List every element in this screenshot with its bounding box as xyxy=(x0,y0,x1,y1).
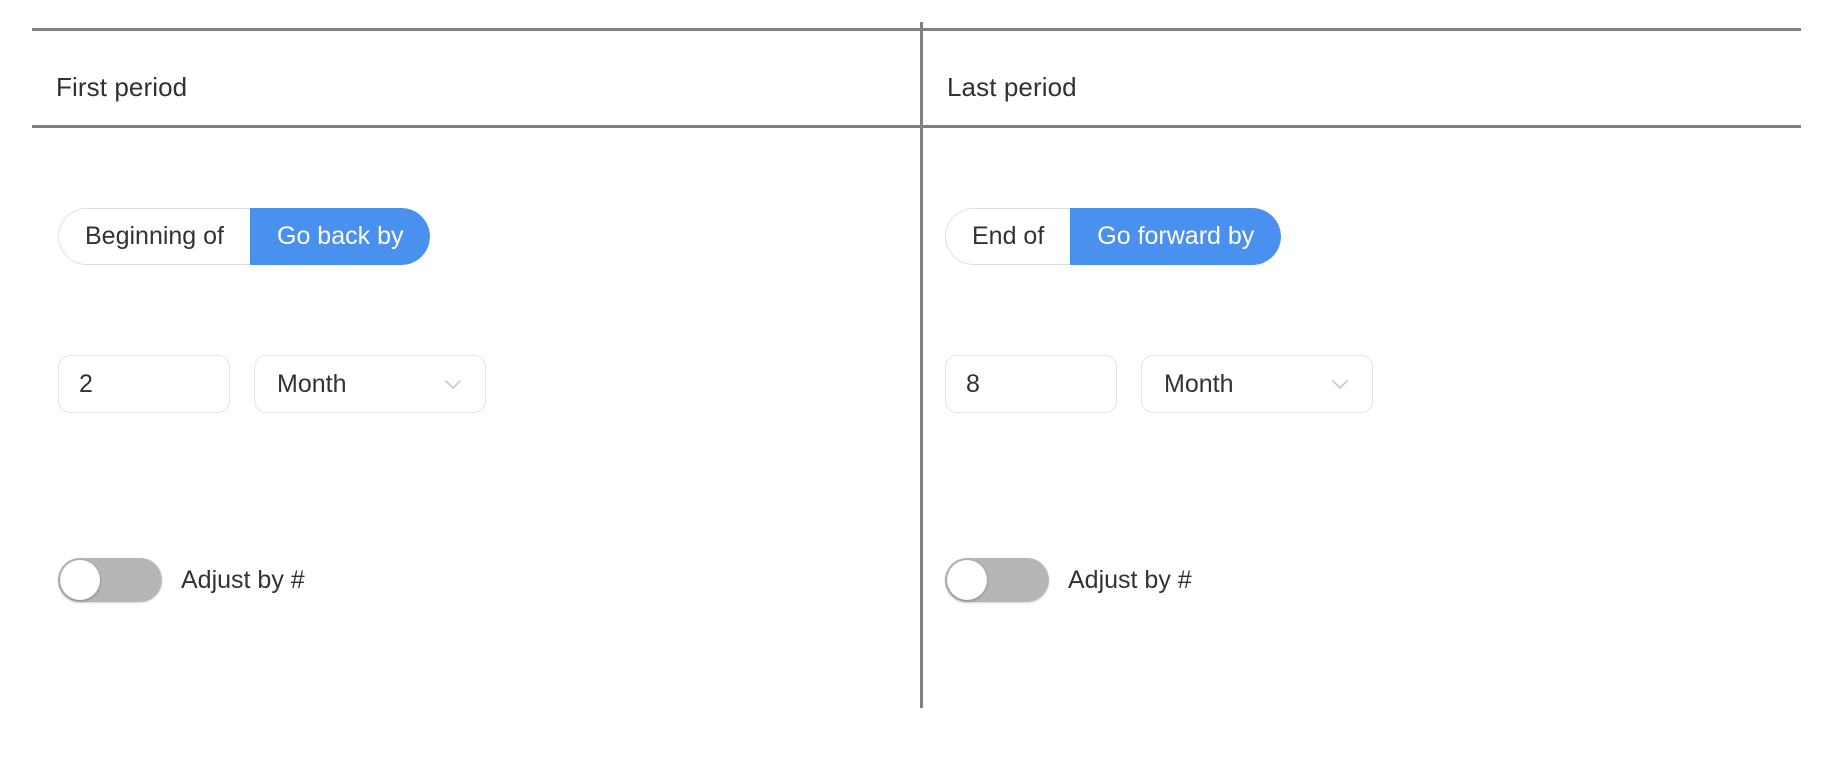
first-period-title: First period xyxy=(56,71,188,102)
first-period-unit-select[interactable]: Month xyxy=(254,355,486,413)
panel-top-divider xyxy=(921,28,1801,31)
panel-header-divider xyxy=(921,125,1801,128)
last-period-offset-row: Month xyxy=(945,355,1373,413)
toggle-knob xyxy=(947,560,987,600)
segment-end-of[interactable]: End of xyxy=(945,208,1071,265)
toggle-knob xyxy=(60,560,100,600)
segment-go-forward-by[interactable]: Go forward by xyxy=(1070,208,1282,265)
segment-go-back-by[interactable]: Go back by xyxy=(250,208,431,265)
first-period-adjust-label: Adjust by # xyxy=(181,565,305,594)
last-period-mode-segmented-control[interactable]: End of Go forward by xyxy=(945,208,1282,265)
last-period-adjust-row: Adjust by # xyxy=(945,558,1192,602)
last-period-amount-input[interactable] xyxy=(945,355,1117,413)
first-period-unit-value: Month xyxy=(277,369,347,398)
chevron-down-icon xyxy=(1332,380,1348,389)
last-period-unit-value: Month xyxy=(1164,369,1234,398)
last-period-title: Last period xyxy=(947,71,1077,102)
last-period-panel: Last period End of Go forward by Month A… xyxy=(921,0,1836,765)
last-period-adjust-label: Adjust by # xyxy=(1068,565,1192,594)
last-period-adjust-toggle[interactable] xyxy=(945,558,1049,602)
first-period-offset-row: Month xyxy=(58,355,486,413)
first-period-adjust-row: Adjust by # xyxy=(58,558,305,602)
last-period-unit-select[interactable]: Month xyxy=(1141,355,1373,413)
first-period-amount-input[interactable] xyxy=(58,355,230,413)
segment-beginning-of[interactable]: Beginning of xyxy=(58,208,251,265)
panel-top-divider xyxy=(32,28,921,31)
first-period-panel: First period Beginning of Go back by Mon… xyxy=(0,0,923,765)
first-period-mode-segmented-control[interactable]: Beginning of Go back by xyxy=(58,208,431,265)
panel-header-divider xyxy=(32,125,921,128)
period-settings-panels: First period Beginning of Go back by Mon… xyxy=(0,0,1836,765)
chevron-down-icon xyxy=(445,380,461,389)
first-period-adjust-toggle[interactable] xyxy=(58,558,162,602)
